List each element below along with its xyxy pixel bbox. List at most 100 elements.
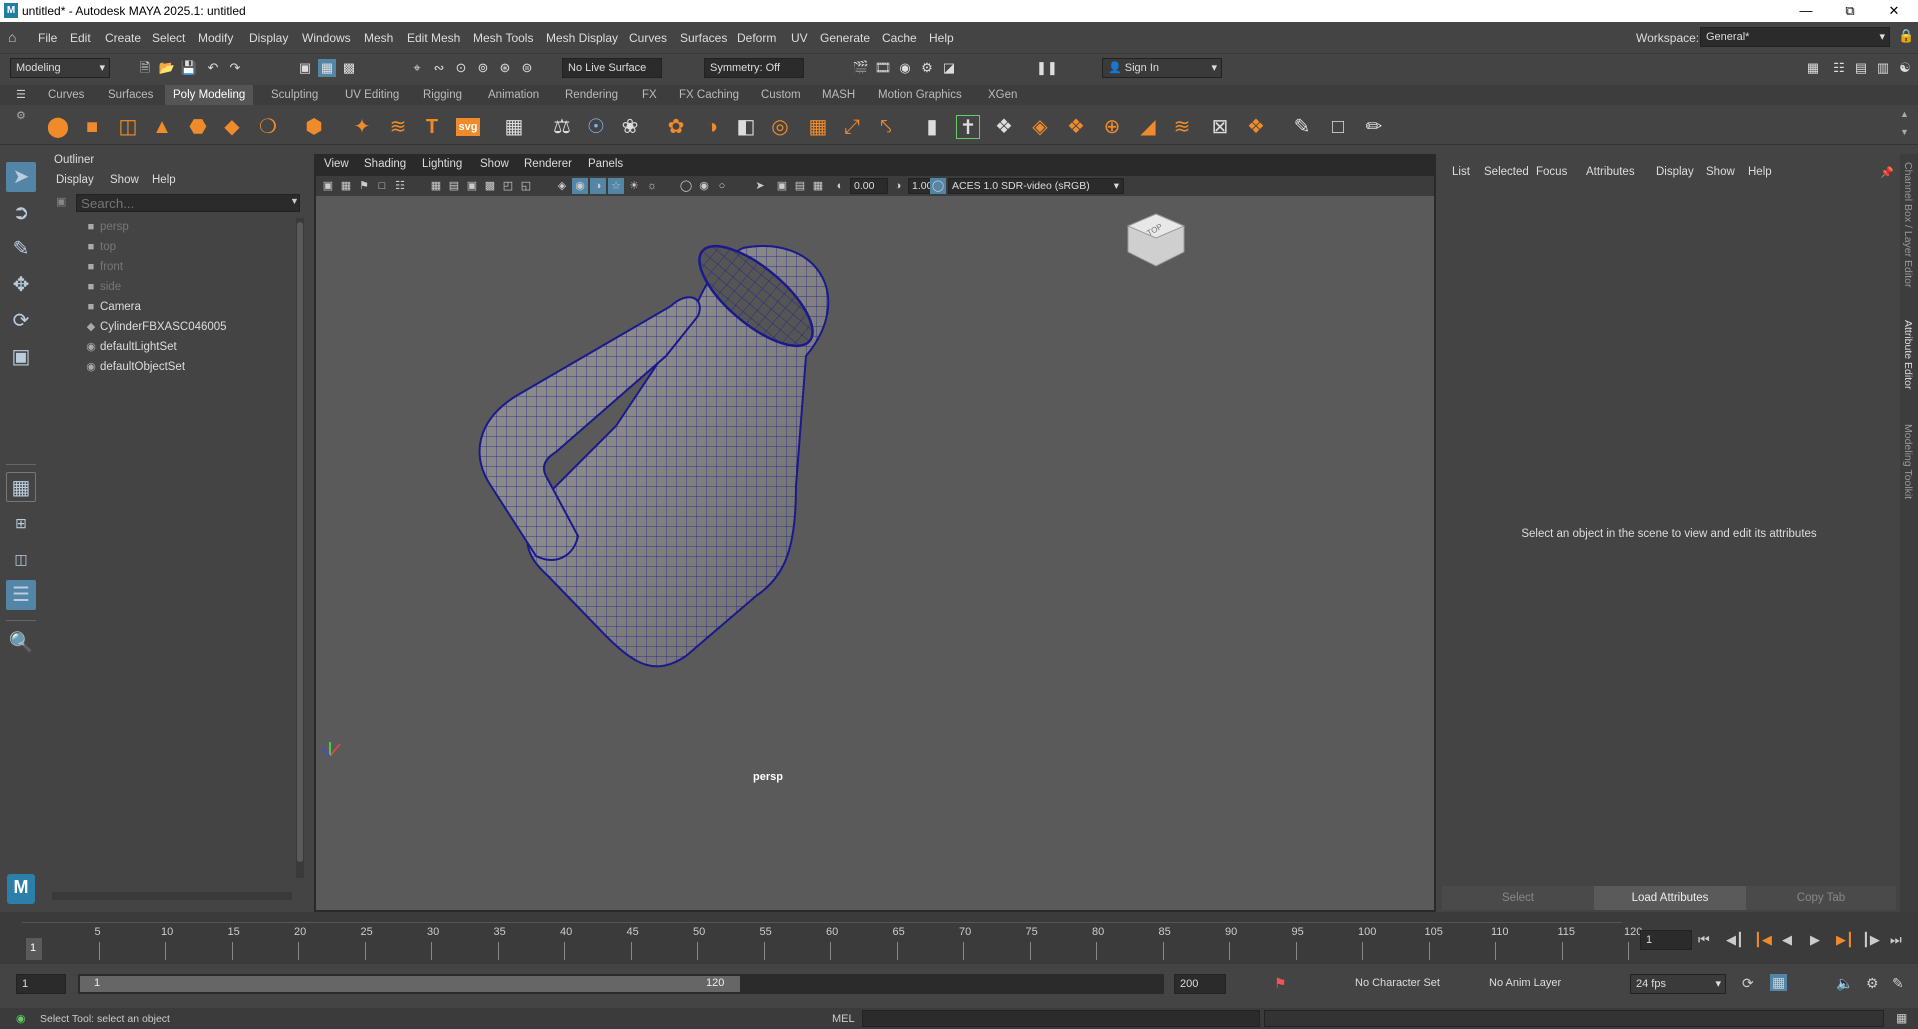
snap-view-icon[interactable]: ⊚ [474,59,492,77]
reduce-icon[interactable]: ◎ [768,115,792,139]
ipr-render-icon[interactable]: ◉ [896,59,914,77]
wireframe-on-shaded-icon[interactable]: ◉ [572,178,588,194]
step-back-icon[interactable]: ◀┃ [1726,932,1744,948]
outliner-item[interactable]: defaultObjectSet [100,358,185,376]
menu-mesh[interactable]: Mesh [364,31,393,45]
target-weld-icon[interactable]: □ [1326,115,1350,139]
outliner-menu-display[interactable]: Display [56,174,94,186]
workspace-dropdown[interactable]: General* ▾ [1700,27,1890,47]
poly-cube-icon[interactable]: ■ [80,115,104,139]
ui-elements-icon[interactable]: ▤ [1852,59,1870,77]
prev-key-icon[interactable]: ┃◀ [1754,932,1772,948]
viewport-menu-show[interactable]: Show [480,158,509,170]
viewport-menu-shading[interactable]: Shading [364,158,406,170]
scale-tool-icon[interactable]: ▣ [6,342,36,372]
shelf-tab-mash[interactable]: MASH [814,85,863,105]
outliner-item[interactable]: front [100,258,123,276]
shelf-tab-uv-editing[interactable]: UV Editing [337,85,407,105]
shelf-tab-animation[interactable]: Animation [480,85,547,105]
lock-icon[interactable]: 🔒 [1898,28,1914,44]
fill-hole-icon[interactable]: ⤣ [874,115,898,139]
collapse-icon[interactable]: ⊕ [1100,115,1124,139]
render-settings-icon[interactable]: ⚙ [918,59,936,77]
isolate-select-icon[interactable]: ◯ [678,178,694,194]
viewport-menu-lighting[interactable]: Lighting [422,158,462,170]
sign-in-button[interactable]: 👤 Sign In ▾ [1102,58,1222,78]
search-icon[interactable]: 🔍 [6,628,36,658]
svg-icon[interactable]: svg [456,118,480,136]
extract-icon[interactable]: ✿ [664,115,688,139]
menu-file[interactable]: File [38,31,57,45]
camera-attr-icon[interactable]: ▦ [338,178,354,194]
side-tab-attribute-editor[interactable]: Attribute Editor [1902,320,1914,389]
close-icon[interactable]: ✕ [1872,0,1916,22]
step-forward-icon[interactable]: ┃▶ [1862,932,1880,948]
side-tab-modeling-toolkit[interactable]: Modeling Toolkit [1902,424,1914,499]
xray-joints-icon[interactable]: ○ [714,178,730,194]
redo-icon[interactable]: ↷ [226,59,244,77]
home-icon[interactable]: ⌂ [8,29,16,45]
shelf-scroll-up-icon[interactable]: ▲ [1900,109,1909,119]
attr-menu-focus[interactable]: Focus [1536,166,1567,178]
load-attributes-button[interactable]: Load Attributes [1594,886,1746,910]
platonic-solid-icon[interactable]: ⬢ [302,115,326,139]
save-scene-icon[interactable]: 💾 [180,59,198,77]
poly-plane-icon[interactable]: ◆ [220,115,244,139]
gamma-icon[interactable]: ◑ [890,178,906,194]
menu-edit-mesh[interactable]: Edit Mesh [407,31,460,45]
character-set-dropdown[interactable]: No Character Set [1350,974,1470,994]
current-frame-field[interactable] [1640,930,1692,950]
menu-display[interactable]: Display [249,31,288,45]
two-view-icon[interactable]: ◫ [6,544,36,574]
combine-icon[interactable]: ⚖ [550,115,574,139]
move-tool-icon[interactable]: ✥ [6,270,36,300]
snap-vertex-icon[interactable]: ⊜ [518,59,536,77]
snap-surface-icon[interactable]: ⊛ [496,59,514,77]
snap-point-icon[interactable]: ⊙ [452,59,470,77]
single-view-icon[interactable]: ▦ [6,472,36,502]
gate-mask-icon[interactable]: ▩ [482,178,498,194]
snap-curve-icon[interactable]: ∾ [430,59,448,77]
bevel-icon[interactable]: ❖ [992,115,1016,139]
frame-all-icon[interactable]: ▣ [774,178,790,194]
character-icon[interactable]: ✎ [1892,975,1904,992]
smooth-shade-icon[interactable]: ◈ [554,178,570,194]
cache-playback-icon[interactable]: ▦ [1770,974,1788,991]
camera-select-icon[interactable]: ▣ [320,178,336,194]
new-scene-icon[interactable]: 🗎 [136,59,154,77]
attr-menu-show[interactable]: Show [1706,166,1735,178]
viewport-menu-view[interactable]: View [324,158,349,170]
menu-create[interactable]: Create [105,31,141,45]
color-management-icon[interactable]: ◯ [930,178,946,194]
3d-viewport[interactable]: TOP persp [316,196,1434,910]
outliner-item[interactable]: CylinderFBXASC046005 [100,318,227,336]
cursor-icon[interactable]: ➤ [752,178,768,194]
circularize-icon[interactable]: ❖ [1244,115,1268,139]
shelf-menu-icon[interactable]: ☰ [16,88,26,101]
separate-icon[interactable]: ☉ [584,115,608,139]
hypershade-icon[interactable]: ◪ [940,59,958,77]
select-hierarchy-icon[interactable]: ▣ [296,59,314,77]
smooth-grid-icon[interactable]: ▦ [502,115,526,139]
chevron-down-icon[interactable]: ▼ [290,196,299,206]
smooth-icon[interactable]: ❀ [618,115,642,139]
view-cube[interactable]: TOP [1126,213,1186,267]
shelf-tab-custom[interactable]: Custom [753,85,809,105]
shelf-tab-fx[interactable]: FX [634,85,665,105]
poly-disc-icon[interactable]: ❍ [256,115,280,139]
open-scene-icon[interactable]: 📂 [158,59,176,77]
outliner-menu-show[interactable]: Show [110,174,139,186]
mesh-jug[interactable] [478,230,830,668]
mirror-icon[interactable]: ◧ [734,115,758,139]
poke-icon[interactable]: ≋ [1170,115,1194,139]
connect-icon[interactable]: ✏ [1362,115,1386,139]
menu-edit[interactable]: Edit [70,31,91,45]
film-gate-icon[interactable]: ▤ [446,178,462,194]
live-surface-field[interactable]: No Live Surface [562,58,662,78]
pause-icon[interactable]: ❚❚ [1036,59,1058,77]
viewport-menu-renderer[interactable]: Renderer [524,158,572,170]
filter-icon[interactable]: ▣ [56,195,66,208]
menu-mesh-display[interactable]: Mesh Display [546,31,618,45]
viewport-scene[interactable]: TOP persp [316,196,1434,910]
auto-key-icon[interactable]: ⚑ [1274,975,1287,992]
